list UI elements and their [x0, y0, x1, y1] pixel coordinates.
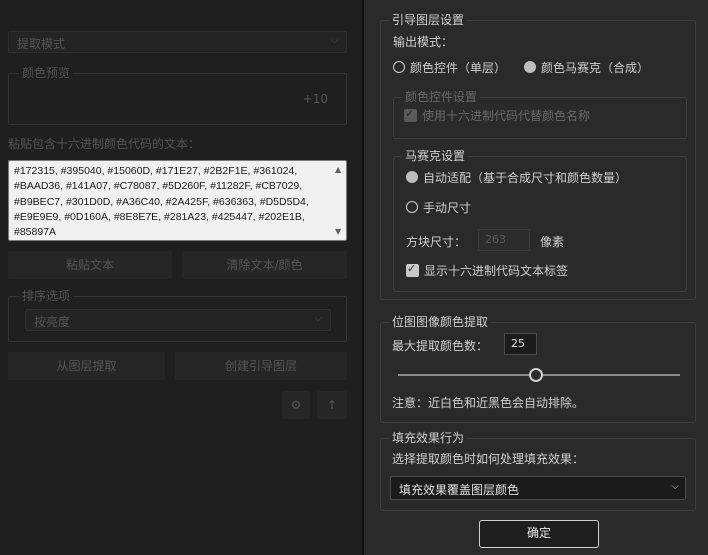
sort-value: 按亮度 [34, 315, 71, 329]
arrow-up-icon: ↑ [326, 398, 338, 412]
hex-text: #172315, #395040, #15060D, #171E27, #2B2… [14, 165, 309, 239]
guide-layer-legend: 引导图层设置 [389, 13, 468, 28]
hex-textarea[interactable]: #172315, #395040, #15060D, #171E27, #2B2… [8, 160, 347, 241]
gear-icon: ⚙ [290, 398, 302, 412]
use-hex-names-checkbox[interactable]: ✓ [404, 107, 417, 122]
use-hex-names-label: 使用十六进制代码代替颜色名称 [422, 109, 591, 123]
fill-effect-description: 选择提取颜色时如何处理填充效果： [392, 452, 585, 466]
fill-effect-value: 填充效果覆盖图层颜色 [399, 483, 520, 497]
bitmap-extraction-legend: 位图图像颜色提取 [389, 315, 492, 330]
extract-from-layer-button[interactable]: 从图层提取 [8, 352, 165, 380]
color-preview-legend: 颜色预览 [19, 66, 74, 80]
manual-size-label: 手动尺寸 [423, 201, 472, 215]
color-controls-legend: 颜色控件设置 [402, 90, 481, 105]
chevron-down-icon: ⌵ [330, 35, 338, 46]
sort-options-legend: 排序选项 [19, 289, 74, 303]
hex-scrollbar[interactable]: ▲ ▼ [332, 161, 346, 240]
mosaic-settings-legend: 马赛克设置 [402, 149, 469, 164]
extract-mode-label: 提取模式 [17, 37, 66, 51]
max-colors-input[interactable]: 25 [504, 333, 537, 355]
preview-count: +10 [302, 92, 328, 106]
fill-effect-group: 填充效果行为 [380, 431, 696, 511]
guide-layer-settings-group: 引导图层设置 输出模式： 颜色控件（单层） 颜色马赛克（合成） 颜色控件设置 ✓… [380, 13, 696, 300]
block-size-input[interactable]: 263 [478, 229, 530, 251]
sort-dropdown[interactable]: 按亮度 ⌵ [25, 309, 331, 331]
radio-color-controls[interactable] [393, 61, 405, 73]
create-guide-layer-button[interactable]: 创建引导图层 [175, 352, 347, 380]
radio-manual-size[interactable] [406, 201, 418, 213]
max-colors-label: 最大提取颜色数： [392, 339, 489, 353]
chevron-down-icon: ⌵ [671, 481, 679, 492]
fill-effect-dropdown[interactable]: 填充效果覆盖图层颜色 ⌵ [390, 476, 686, 500]
option-color-controls-label: 颜色控件（单层） [410, 61, 507, 75]
fill-effect-legend: 填充效果行为 [389, 431, 468, 446]
sort-options-group: 排序选项 按亮度 ⌵ [8, 289, 347, 342]
main-panel: 提取模式 ⌵ 颜色预览 +10 粘贴包含十六进制颜色代码的文本： #172315… [0, 0, 362, 555]
color-controls-settings-group: 颜色控件设置 ✓ 使用十六进制代码代替颜色名称 [393, 90, 687, 139]
show-hex-labels-checkbox[interactable]: ✓ [406, 262, 419, 277]
scroll-up-icon[interactable]: ▲ [335, 165, 341, 174]
radio-auto-fit[interactable] [406, 171, 418, 183]
bitmap-note: 注意：近白色和近黑色会自动排除。 [392, 396, 585, 410]
clear-text-button[interactable]: 清除文本/颜色 [182, 251, 347, 279]
scroll-down-icon[interactable]: ▼ [335, 227, 341, 236]
output-mode-label: 输出模式： [393, 35, 454, 49]
extract-mode-dropdown[interactable]: 提取模式 ⌵ [8, 31, 347, 53]
show-hex-labels-label: 显示十六进制代码文本标签 [424, 264, 569, 278]
chevron-down-icon: ⌵ [314, 313, 322, 324]
block-size-label: 方块尺寸： [406, 235, 467, 249]
radio-color-mosaic[interactable] [524, 61, 536, 73]
up-button[interactable]: ↑ [317, 391, 347, 419]
mosaic-settings-group: 马赛克设置 自动适配（基于合成尺寸和颜色数量） 手动尺寸 方块尺寸： 263 像… [393, 149, 687, 292]
ok-button[interactable]: 确定 [479, 520, 599, 548]
paste-label: 粘贴包含十六进制颜色代码的文本： [8, 137, 201, 151]
color-preview-group: 颜色预览 +10 [8, 66, 347, 125]
auto-fit-label: 自动适配（基于合成尺寸和颜色数量） [423, 171, 628, 185]
settings-dialog: 引导图层设置 输出模式： 颜色控件（单层） 颜色马赛克（合成） 颜色控件设置 ✓… [364, 0, 708, 555]
settings-button[interactable]: ⚙ [282, 391, 310, 419]
paste-text-button[interactable]: 粘贴文本 [8, 251, 172, 279]
pixels-unit: 像素 [540, 235, 565, 249]
option-color-mosaic-label: 颜色马赛克（合成） [541, 61, 650, 75]
